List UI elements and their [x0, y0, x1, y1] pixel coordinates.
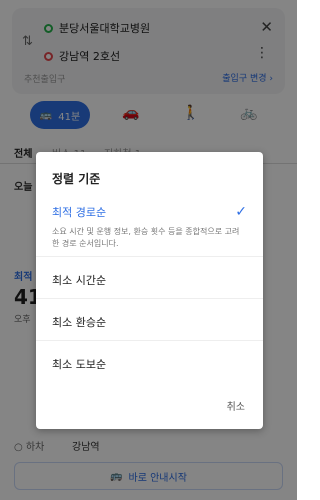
cancel-button[interactable]: 취소	[227, 398, 245, 413]
option-min-walk[interactable]: 최소 도보순	[36, 356, 263, 384]
sort-dialog: 정렬 기준 최적 경로순 ✓ 소요 시간 및 운행 정보, 환승 횟수 등을 종…	[36, 152, 263, 429]
option-optimal[interactable]: 최적 경로순 ✓ 소요 시간 및 운행 정보, 환승 횟수 등을 종합적으로 고…	[36, 204, 263, 262]
option-label: 최소 시간순	[52, 274, 107, 287]
option-description: 소요 시간 및 운행 정보, 환승 횟수 등을 종합적으로 고려한 경로 순서입…	[52, 227, 240, 248]
option-min-time[interactable]: 최소 시간순	[36, 272, 263, 300]
divider	[36, 340, 263, 341]
option-label: 최소 도보순	[52, 358, 107, 371]
option-min-transfer[interactable]: 최소 환승순	[36, 314, 263, 342]
option-label: 최적 경로순	[52, 206, 107, 219]
divider	[36, 298, 263, 299]
divider	[36, 256, 263, 257]
check-icon: ✓	[235, 204, 247, 220]
dialog-title: 정렬 기준	[52, 172, 101, 186]
option-label: 최소 환승순	[52, 316, 107, 329]
